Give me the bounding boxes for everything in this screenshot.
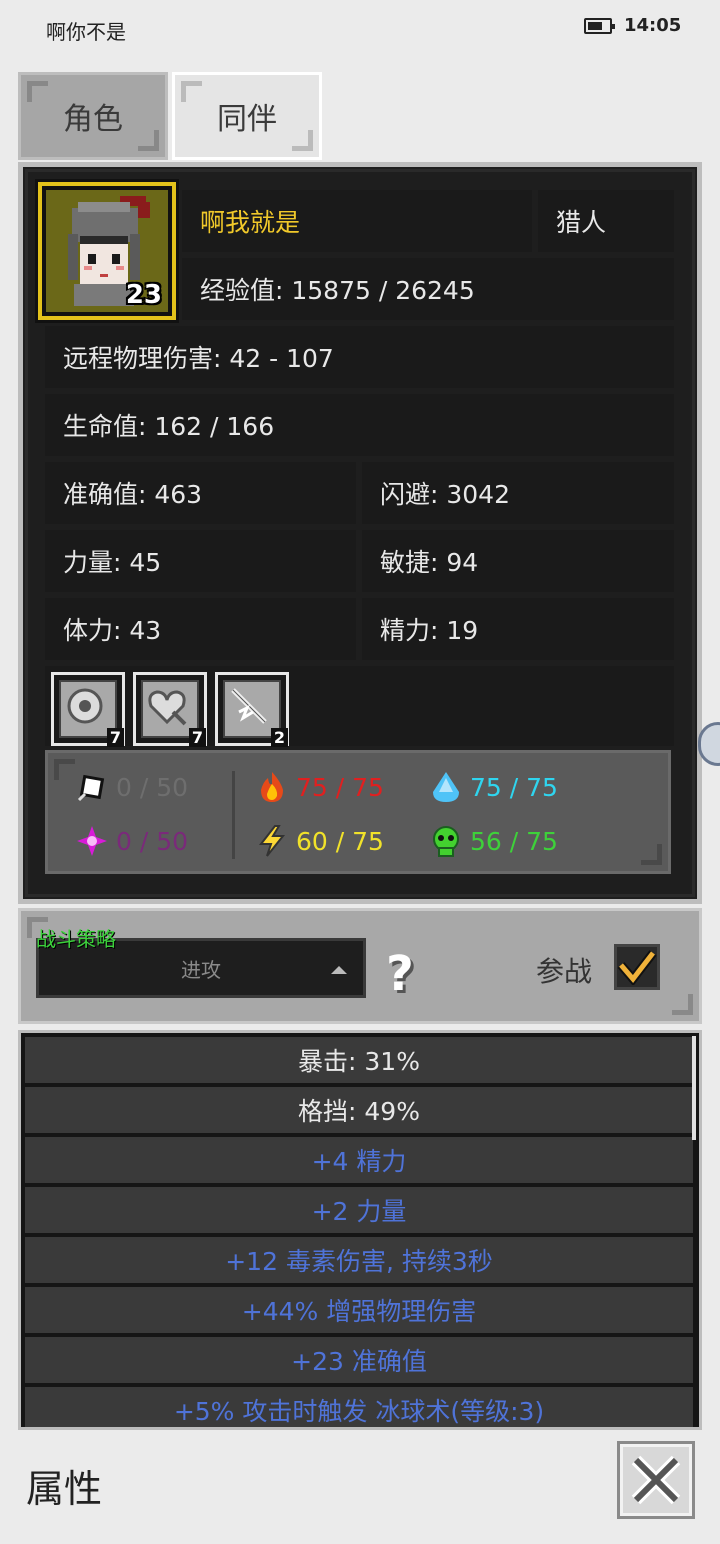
stat-energy: 精力: 19 (362, 598, 674, 660)
property-row: +4 精力 (25, 1137, 693, 1183)
ranged-damage: 远程物理伤害: 42 - 107 (45, 326, 674, 388)
property-text: +4 精力 (311, 1147, 407, 1176)
skills-row: 7 7 2 (45, 666, 674, 747)
res-ice-value: 75 / 75 (470, 772, 558, 802)
arcane-icon (77, 826, 107, 856)
property-row: +23 准确值 (25, 1337, 693, 1383)
skill-count: 7 (106, 728, 124, 747)
hero-portrait[interactable]: 23 (35, 179, 179, 323)
stat-accuracy: 准确值: 463 (45, 462, 356, 524)
properties-scrollbar[interactable] (692, 1036, 696, 1140)
stat-strength: 力量: 45 (45, 530, 356, 592)
skill-count: 2 (270, 728, 288, 747)
res-lightning-value: 60 / 75 (296, 826, 384, 856)
property-row: +12 毒素伤害, 持续3秒 (25, 1237, 693, 1283)
checkmark-icon (617, 950, 657, 985)
hero-class: 猎人 (538, 190, 674, 252)
property-text: +5% 攻击时触发 冰球术(等级:3) (173, 1397, 545, 1426)
property-text: 暴击: 31% (298, 1047, 420, 1076)
close-button[interactable] (617, 1441, 695, 1519)
res-arcane-value: 0 / 50 (116, 826, 189, 856)
property-row: 格挡: 49% (25, 1087, 693, 1133)
poison-skull-icon (433, 826, 459, 857)
property-row: +2 力量 (25, 1187, 693, 1233)
tab-role-label: 角色 (63, 102, 123, 137)
join-battle-checkbox[interactable] (614, 944, 660, 990)
property-text: +12 毒素伤害, 持续3秒 (225, 1247, 493, 1276)
property-row: 暴击: 31% (25, 1037, 693, 1083)
property-text: +23 准确值 (291, 1347, 427, 1376)
skill-count: 7 (188, 728, 206, 747)
property-text: 格挡: 49% (298, 1097, 420, 1126)
close-icon (631, 1455, 681, 1505)
property-row: +44% 增强物理伤害 (25, 1287, 693, 1333)
footer-title: 属性 (26, 1467, 103, 1511)
stat-agility: 敏捷: 94 (362, 530, 674, 592)
status-bar-time: 14:05 (624, 15, 682, 36)
property-text: +2 力量 (311, 1197, 407, 1226)
hero-hp: 生命值: 162 / 166 (45, 394, 674, 456)
res-physical-value: 0 / 50 (116, 772, 189, 802)
resistances-panel: 0 / 50 75 / 75 75 / 75 0 / 50 60 / 75 56… (45, 750, 671, 874)
property-text: +44% 增强物理伤害 (241, 1297, 477, 1326)
res-fire: 75 / 75 (254, 769, 384, 805)
res-lightning: 60 / 75 (254, 823, 384, 859)
ice-icon (433, 772, 459, 802)
chevron-up-icon (331, 966, 347, 974)
skill-slot-2[interactable]: 7 (133, 672, 207, 747)
stat-evasion: 闪避: 3042 (362, 462, 674, 524)
res-ice: 75 / 75 (428, 769, 558, 805)
res-arcane: 0 / 50 (74, 823, 188, 859)
strategy-label: 战斗策略 (36, 927, 116, 951)
physical-resist-icon (77, 774, 105, 802)
res-physical: 0 / 50 (74, 769, 188, 805)
res-poison: 56 / 75 (428, 823, 558, 859)
tab-partner[interactable]: 同伴 (172, 72, 322, 160)
properties-list[interactable]: 暴击: 31% 格挡: 49% +4 精力 +2 力量 +12 毒素伤害, 持续… (18, 1030, 702, 1430)
shield-round-icon (67, 688, 103, 724)
sword-lightning-icon (231, 688, 267, 724)
join-battle-label: 参战 (536, 955, 593, 988)
lightning-icon (258, 825, 286, 857)
fire-icon (261, 772, 283, 802)
hero-experience: 经验值: 15875 / 26245 (182, 258, 674, 320)
skill-slot-3[interactable]: 2 (215, 672, 289, 747)
tab-role[interactable]: 角色 (18, 72, 168, 160)
stat-vitality: 体力: 43 (45, 598, 356, 660)
status-bar-title: 啊你不是 (46, 20, 126, 44)
res-fire-value: 75 / 75 (296, 772, 384, 802)
help-icon[interactable]: ? (386, 946, 414, 1002)
res-poison-value: 56 / 75 (470, 826, 558, 856)
strategy-selected-value: 进攻 (181, 957, 221, 982)
tab-partner-label: 同伴 (217, 102, 277, 137)
hero-name: 啊我就是 (182, 190, 532, 252)
hero-level: 23 (125, 280, 162, 310)
shield-heart-icon (148, 690, 187, 726)
skill-slot-1[interactable]: 7 (51, 672, 125, 747)
battery-icon (584, 18, 615, 34)
property-row: +5% 攻击时触发 冰球术(等级:3) (25, 1387, 693, 1427)
